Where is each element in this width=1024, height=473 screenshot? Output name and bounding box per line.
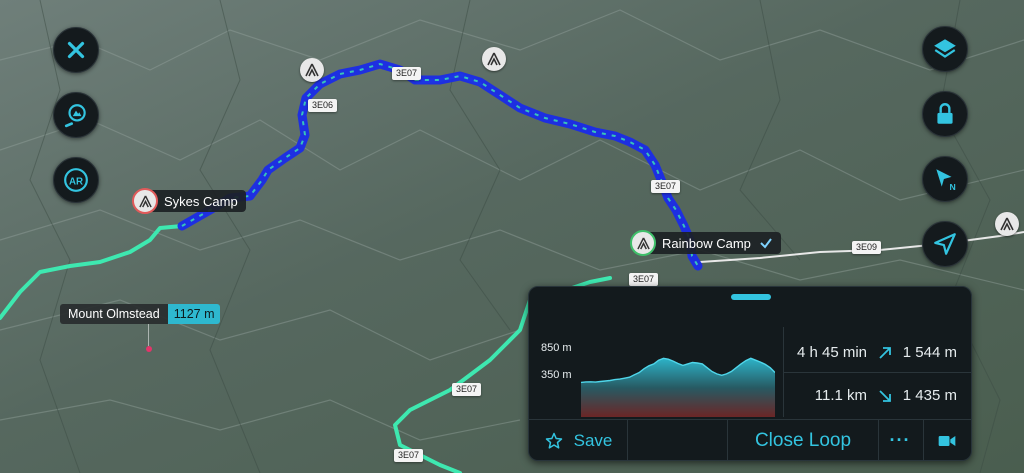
elevation-profile-chart[interactable]: [581, 327, 775, 417]
distance-value: 11.1 km: [814, 387, 867, 404]
svg-text:AR: AR: [69, 176, 83, 187]
poi-label: Rainbow Camp: [662, 235, 751, 251]
tent-icon: [1000, 217, 1014, 231]
route-info-panel: 850 m 350 m 4 h 45 min 11.1 km 1 544 m 1…: [528, 286, 972, 461]
search-peak-icon: [64, 104, 86, 128]
tent-icon: [138, 195, 152, 207]
checkmark-icon: [760, 238, 772, 249]
peak-name: Mount Olmstead: [60, 304, 168, 324]
camp-marker[interactable]: [995, 212, 1019, 236]
route-label-3e07-top: 3E07: [392, 67, 422, 80]
tent-icon: [305, 63, 319, 77]
lock-button[interactable]: [922, 91, 968, 137]
star-icon: [545, 432, 562, 449]
save-label: Save: [573, 430, 613, 450]
elevation-area: [581, 358, 775, 417]
peak-elevation: 1127 m: [167, 304, 221, 324]
layers-icon: [934, 39, 956, 58]
camp-marker[interactable]: [300, 58, 324, 82]
ar-icon: AR: [64, 168, 88, 192]
elevation-min-label: 350 m: [541, 369, 572, 381]
tent-icon: [487, 52, 501, 66]
video-camera-icon: [938, 435, 956, 446]
route-label-3e07-lower: 3E07: [629, 273, 659, 286]
route-label-3e09: 3E09: [852, 241, 882, 254]
camp-badge: [132, 188, 158, 214]
ar-button[interactable]: AR: [53, 157, 99, 203]
peak-stem: [148, 324, 149, 346]
location-arrow-icon: [934, 233, 956, 255]
stat-divider-horizontal: [783, 372, 971, 373]
poi-rainbow-camp[interactable]: Rainbow Camp: [630, 230, 781, 256]
camp-marker[interactable]: [482, 47, 506, 71]
video-flyover-button[interactable]: [923, 420, 971, 460]
close-loop-label: Close Loop: [754, 429, 852, 451]
locate-button[interactable]: [922, 221, 968, 267]
panel-actions: Save Close Loop ···: [529, 419, 971, 460]
poi-label: Sykes Camp: [164, 193, 238, 209]
descent-value: 1 435 m: [902, 387, 957, 404]
x-icon: [67, 41, 85, 59]
search-peak-button[interactable]: [53, 92, 99, 138]
svg-text:N: N: [949, 182, 955, 192]
route-label-3e06: 3E06: [308, 99, 338, 112]
route-label-3e07-south: 3E07: [452, 383, 482, 396]
more-options-button[interactable]: ···: [877, 420, 924, 460]
tent-icon: [636, 237, 650, 249]
more-icon: ···: [889, 430, 911, 450]
peak-pin: [146, 346, 152, 352]
elevation-max-label: 850 m: [541, 342, 572, 354]
route-label-3e07-bottom: 3E07: [394, 449, 424, 462]
route-label-3e07-mid: 3E07: [651, 180, 681, 193]
peak-label[interactable]: Mount Olmstead 1127 m: [60, 304, 221, 324]
layers-button[interactable]: [922, 26, 968, 72]
lock-icon: [937, 103, 953, 124]
close-loop-button[interactable]: Close Loop: [727, 420, 879, 460]
poi-sykes-camp[interactable]: Sykes Camp: [132, 188, 246, 214]
ascent-value: 1 544 m: [902, 344, 957, 361]
compass-north-button[interactable]: N: [922, 156, 968, 202]
camp-badge: [630, 230, 656, 256]
compass-north-icon: N: [936, 169, 956, 192]
duration-value: 4 h 45 min: [796, 344, 867, 361]
save-button[interactable]: Save: [529, 420, 628, 460]
panel-grab-handle[interactable]: [731, 294, 771, 300]
close-button[interactable]: [53, 27, 99, 73]
